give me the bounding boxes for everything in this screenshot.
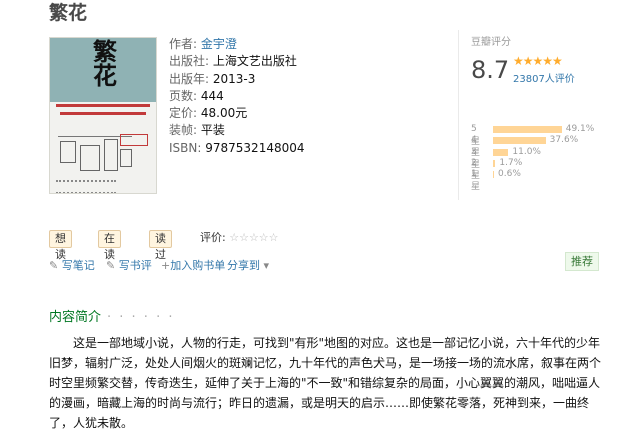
recommend-button[interactable]: 推荐: [565, 252, 599, 271]
intro-dots: · · · · · ·: [107, 310, 175, 325]
info-binding: 装帧: 平装: [169, 122, 305, 139]
info-label: 作者:: [169, 37, 198, 51]
info-value: 444: [200, 88, 224, 103]
rating-row-percent: 37.6%: [549, 135, 579, 146]
rating-count-link[interactable]: 23807人评价: [513, 70, 575, 85]
info-isbn: ISBN: 9787532148004: [169, 140, 305, 157]
info-publisher: 出版社: 上海文艺出版社: [169, 53, 305, 70]
info-label: 出版社:: [169, 54, 210, 69]
intro-title: 内容简介: [49, 310, 102, 325]
cover-stamp: [120, 134, 148, 146]
info-label: ISBN:: [169, 140, 202, 155]
rating-bar: [493, 148, 509, 156]
info-pubyear: 出版年: 2013-3: [169, 71, 305, 88]
book-cover-image[interactable]: 繁花: [49, 37, 157, 194]
plus-icon: +: [161, 259, 171, 272]
pencil-icon: ✎: [106, 259, 116, 272]
add-to-list-link[interactable]: +加入购书单: [161, 257, 225, 273]
info-label: 定价:: [169, 106, 198, 121]
info-label: 页数:: [169, 88, 198, 103]
book-info: 作者: 金宇澄 出版社: 上海文艺出版社 出版年: 2013-3 页数: 444…: [169, 36, 305, 157]
rating-row-percent: 0.6%: [498, 169, 521, 180]
rate-label: 评价:: [200, 231, 226, 244]
action-label: 分享到: [227, 259, 260, 272]
rating-row-label: 1星: [471, 169, 481, 193]
cover-text-block: [56, 180, 116, 193]
intro-heading: 内容简介 · · · · · ·: [49, 306, 174, 325]
page-title: 繁花: [49, 2, 88, 24]
rating-panel: 豆瓣评分 8.7 ★★★★★ 23807人评价 5星 49.1% 4星 37.6% 3星…: [458, 30, 601, 200]
rating-row-percent: 11.0%: [512, 146, 541, 157]
info-value: 上海文艺出版社: [212, 54, 297, 69]
rating-bar: [493, 171, 494, 179]
action-label: 写笔记: [61, 259, 95, 272]
info-value: 平装: [200, 123, 225, 138]
author-link[interactable]: 金宇澄: [201, 37, 237, 51]
cover-tagline: [60, 112, 146, 115]
info-value: 48.00元: [200, 106, 248, 121]
cover-tagline: [56, 104, 150, 107]
write-review-link[interactable]: ✎ 写书评: [106, 257, 152, 273]
info-pages: 页数: 444: [169, 88, 305, 105]
rating-bar: [493, 137, 546, 145]
share-link[interactable]: 分享到 ▾: [227, 257, 269, 273]
chevron-down-icon: ▾: [263, 259, 270, 272]
info-value: 9787532148004: [205, 140, 305, 155]
intro-text: 这是一部地域小说，人物的行走，可找到"有形"地图的对应。这也是一部记忆小说，六十…: [49, 336, 602, 430]
pencil-icon: ✎: [49, 259, 59, 272]
rating-score: 8.7: [471, 56, 510, 84]
rating-bar: [493, 126, 562, 133]
rating-row-percent: 1.7%: [499, 157, 523, 168]
rate-stars-icon[interactable]: ☆☆☆☆☆: [229, 231, 278, 244]
action-label: 写书评: [118, 259, 152, 272]
info-label: 装帧:: [169, 123, 198, 138]
rating-bar: [493, 159, 496, 167]
rating-stars-icon: ★★★★★: [513, 54, 563, 68]
want-read-button[interactable]: 想读: [49, 230, 72, 261]
user-rating: 评价: ☆☆☆☆☆: [200, 230, 279, 246]
action-label: 加入购书单: [170, 259, 226, 272]
info-label: 出版年:: [169, 71, 210, 86]
info-author: 作者: 金宇澄: [169, 36, 305, 53]
info-price: 定价: 48.00元: [169, 105, 305, 122]
rating-row-percent: 49.1%: [565, 124, 595, 134]
reading-button[interactable]: 在读: [98, 230, 121, 261]
have-read-button[interactable]: 读过: [149, 230, 172, 261]
info-value: 2013-3: [212, 71, 256, 86]
rating-label: 豆瓣评分: [471, 37, 511, 48]
write-note-link[interactable]: ✎ 写笔记: [49, 257, 95, 273]
cover-title: 繁花: [93, 38, 117, 90]
